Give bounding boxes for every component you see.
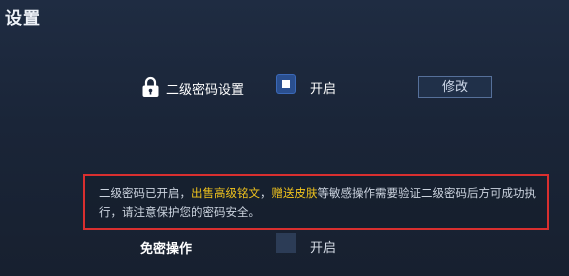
notice-highlight-sell-inscription: 出售高级铭文 [191, 186, 260, 200]
notice-text-1: 二级密码已开启， [99, 186, 191, 200]
page-title: 设置 [5, 9, 41, 29]
password-free-checkbox[interactable] [276, 233, 296, 253]
notice-text-2: ， [260, 186, 272, 200]
secondary-password-on-label[interactable]: 开启 [310, 78, 336, 97]
checkbox-check-mark [282, 80, 290, 88]
secondary-password-checkbox[interactable] [277, 75, 295, 93]
secondary-password-label: 二级密码设置 [166, 83, 245, 98]
modify-password-button[interactable]: 修改 [418, 76, 492, 98]
password-free-on-label[interactable]: 开启 [310, 237, 336, 256]
password-free-operation-label: 免密操作 [140, 242, 193, 257]
lock-icon [142, 76, 159, 97]
security-notice: 二级密码已开启，出售高级铭文，赠送皮肤等敏感操作需要验证二级密码后方可成功执行，… [83, 174, 549, 230]
notice-highlight-gift-skin: 赠送皮肤 [271, 186, 318, 200]
